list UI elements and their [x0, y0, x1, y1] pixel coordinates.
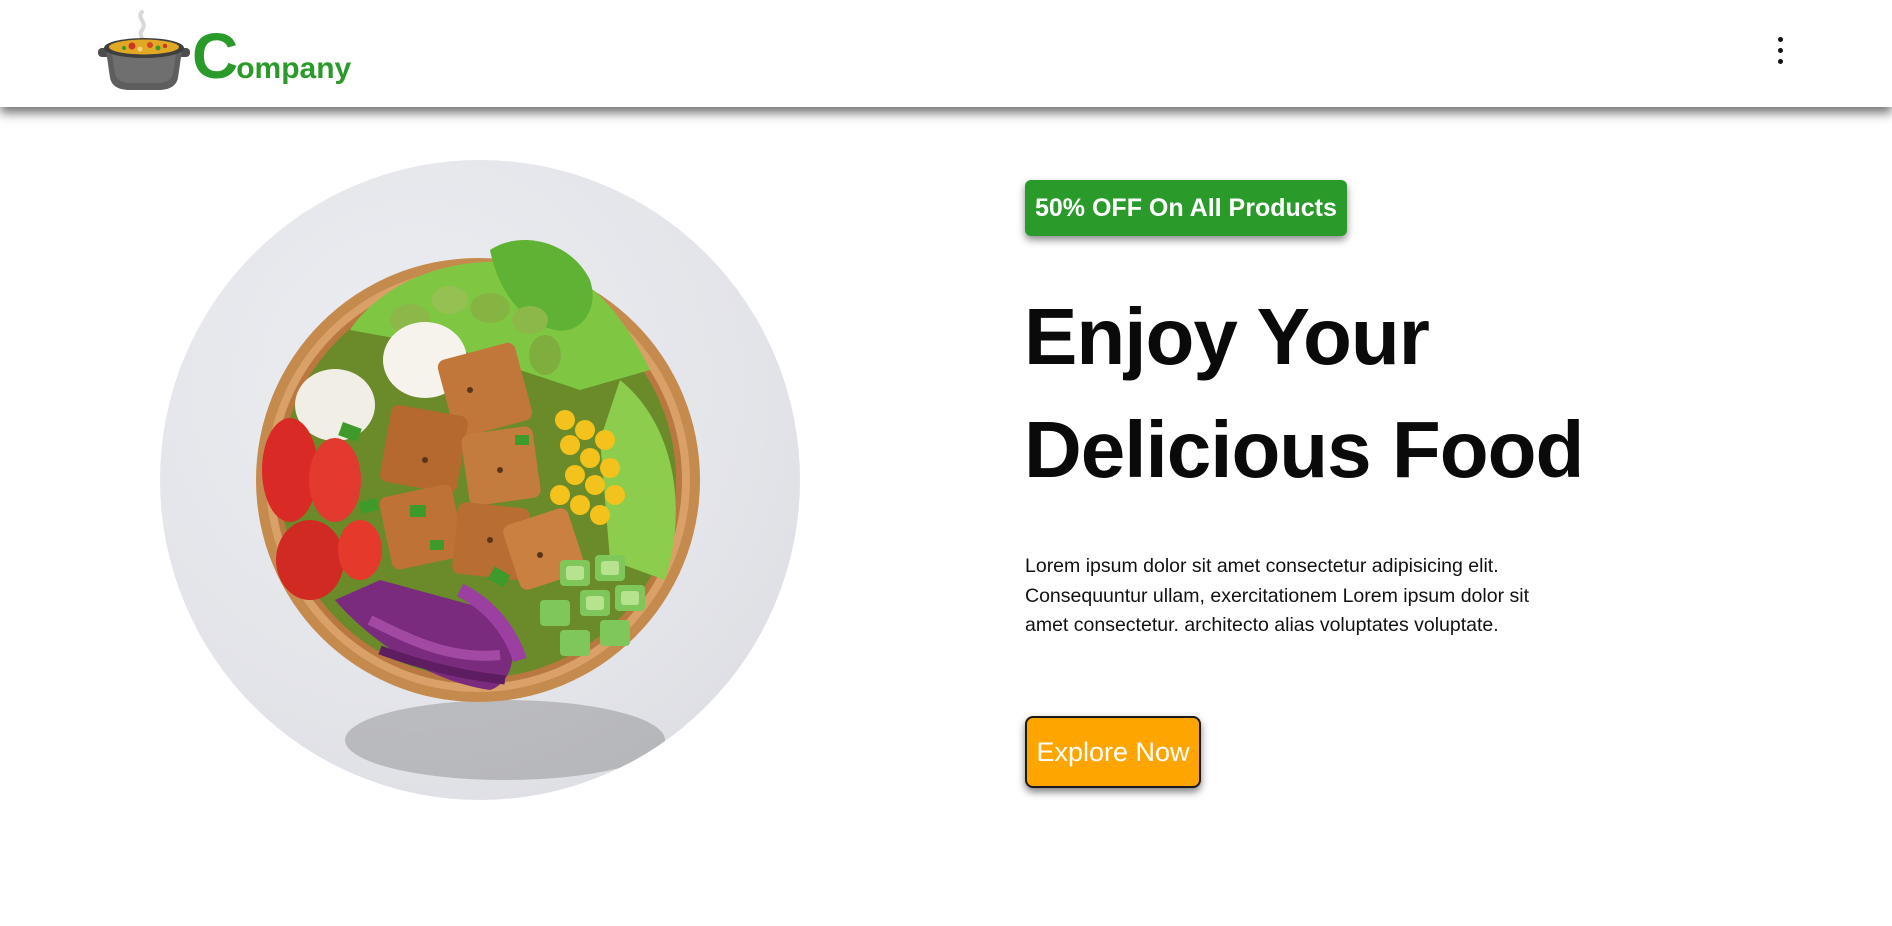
logo[interactable]: C ompany: [98, 8, 358, 92]
more-vertical-icon-dot: [1777, 58, 1783, 64]
hero-title: Enjoy Your Delicious Food: [1024, 280, 1724, 506]
hero-title-line-2: Delicious Food: [1024, 405, 1584, 494]
more-menu-button[interactable]: [1768, 30, 1792, 70]
site-header: C ompany: [0, 0, 1892, 107]
logo-initial: C: [192, 20, 238, 92]
hero-description: Lorem ipsum dolor sit amet consectetur a…: [1025, 555, 1529, 636]
salad-bowl-illustration: [256, 240, 700, 780]
more-vertical-icon: [1777, 36, 1783, 42]
logo-wordmark: ompany: [236, 52, 352, 85]
cooking-pot-icon: [98, 10, 190, 90]
hero-title-line-1: Enjoy Your: [1024, 292, 1430, 381]
more-vertical-icon-dot: [1777, 47, 1783, 53]
promo-badge: 50% OFF On All Products: [1025, 180, 1347, 236]
logo-text: C ompany: [192, 20, 352, 92]
explore-now-button[interactable]: Explore Now: [1025, 716, 1201, 788]
salad-bowl-image: [160, 160, 800, 800]
